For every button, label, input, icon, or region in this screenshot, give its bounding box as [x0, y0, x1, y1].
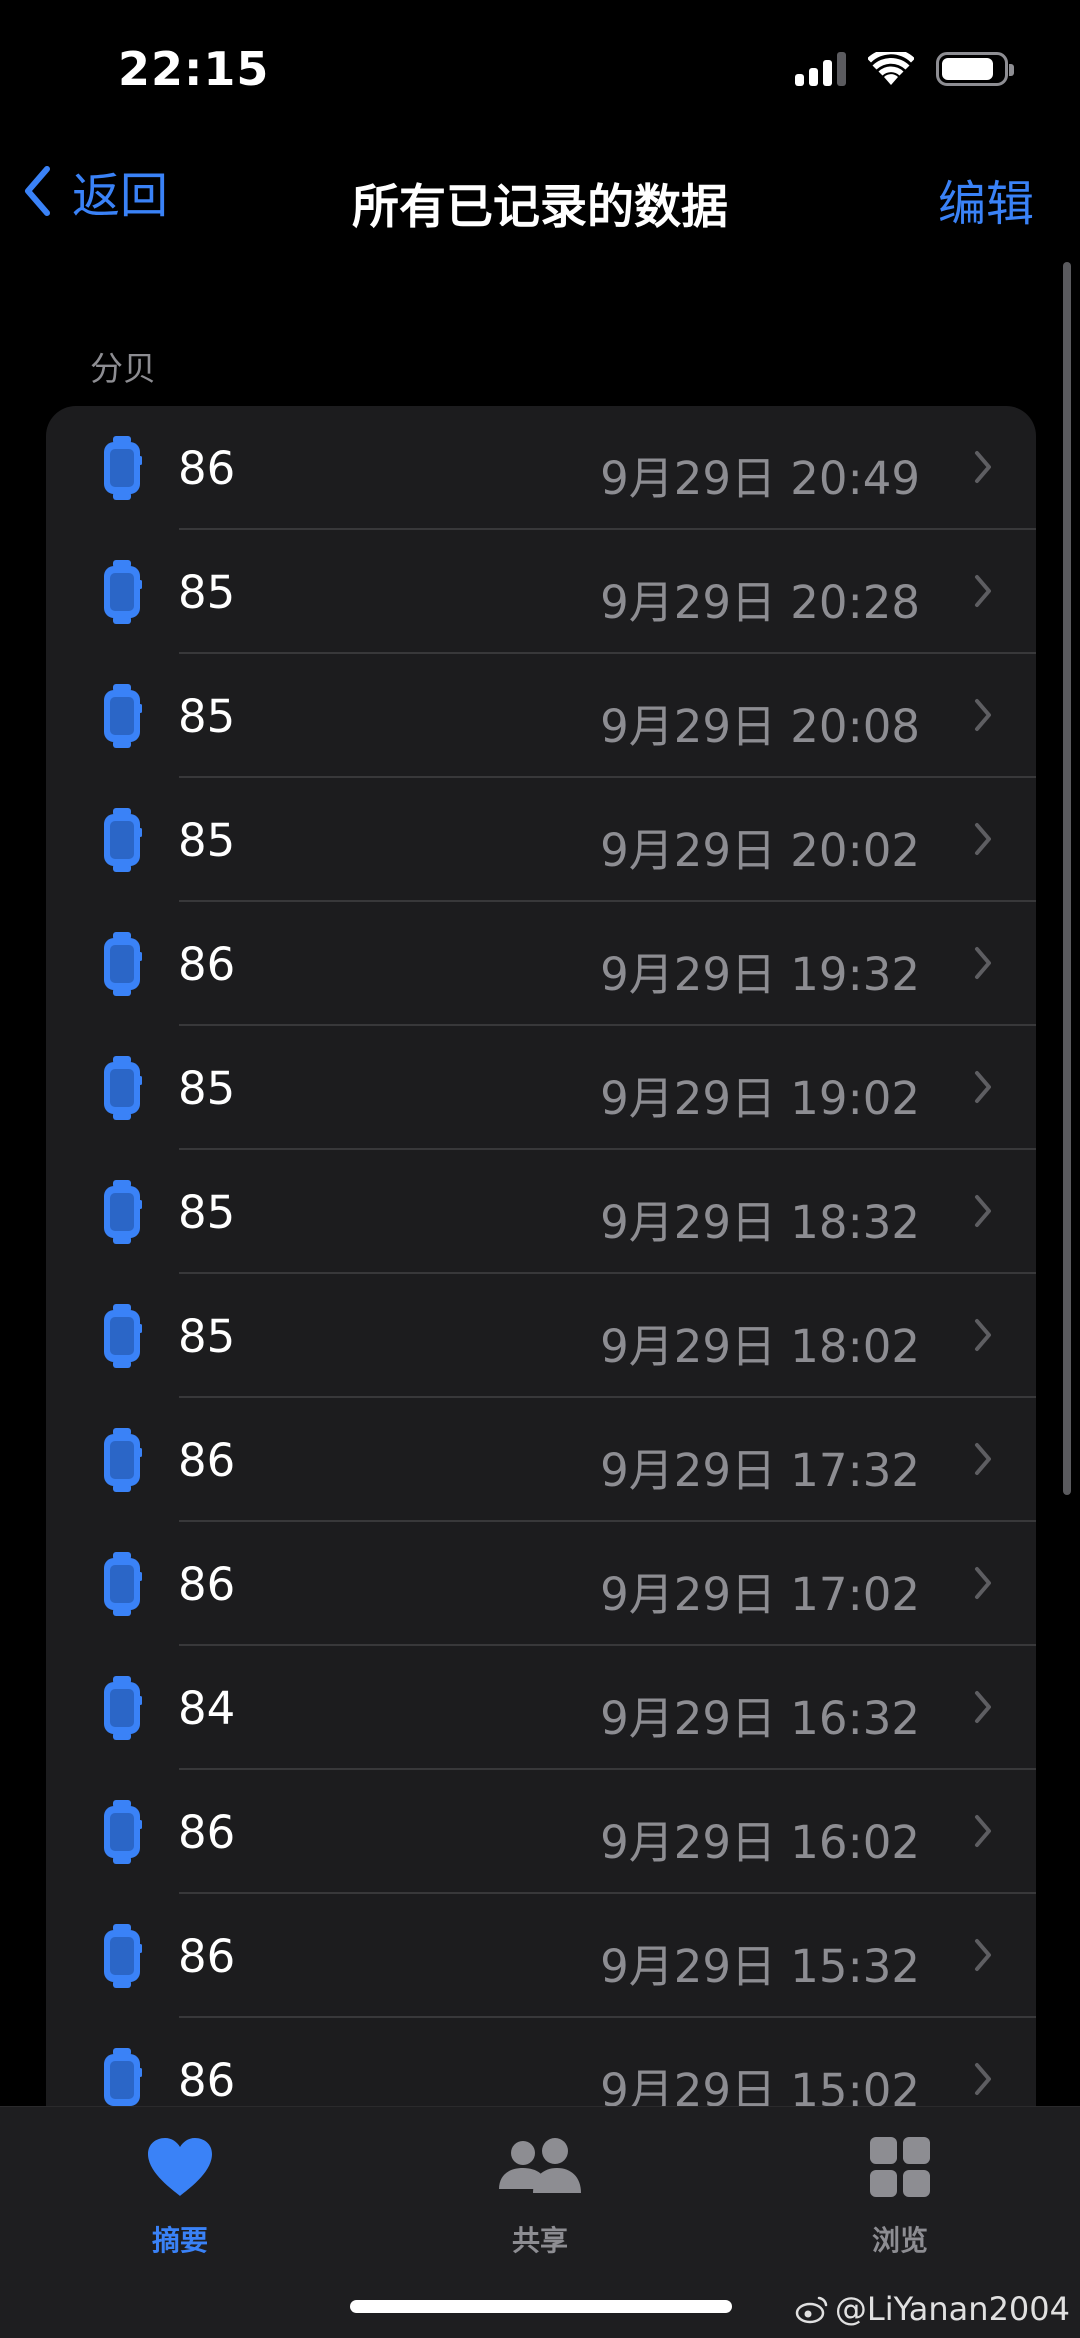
row-date: 9月29日 20:08	[600, 700, 920, 753]
chevron-right-icon	[975, 1443, 991, 1475]
row-date: 9月29日 18:02	[600, 1320, 920, 1373]
chevron-right-icon	[975, 1567, 991, 1599]
list-item[interactable]: 85 9月29日 18:02	[46, 1274, 1036, 1398]
list-item[interactable]: 86 9月29日 19:32	[46, 902, 1036, 1026]
row-value: 85	[178, 1186, 236, 1239]
apple-watch-icon	[104, 2048, 142, 2112]
tab-sharing-label: 共享	[511, 2224, 568, 2257]
row-value: 85	[178, 814, 236, 867]
apple-watch-icon	[104, 1800, 142, 1864]
row-value: 85	[178, 1062, 236, 1115]
battery-icon	[936, 52, 1014, 86]
heart-icon	[148, 2138, 212, 2196]
row-value: 85	[178, 1310, 236, 1363]
home-indicator[interactable]	[350, 2300, 732, 2313]
row-date: 9月29日 20:49	[600, 452, 920, 505]
apple-watch-icon	[104, 1304, 142, 1368]
list-item[interactable]: 86 9月29日 16:02	[46, 1770, 1036, 1894]
row-date: 9月29日 15:32	[600, 1940, 920, 1993]
chevron-right-icon	[975, 1815, 991, 1847]
section-header: 分贝	[90, 349, 156, 388]
chevron-right-icon	[975, 451, 991, 483]
chevron-right-icon	[975, 575, 991, 607]
row-date: 9月29日 16:02	[600, 1816, 920, 1869]
battery-level	[942, 58, 993, 80]
row-value: 86	[178, 1806, 236, 1859]
tab-summary-label: 摘要	[151, 2224, 208, 2257]
status-bar: 22:15	[0, 0, 1080, 140]
apple-watch-icon	[104, 1180, 142, 1244]
list-item[interactable]: 85 9月29日 18:32	[46, 1150, 1036, 1274]
wifi-icon	[868, 52, 914, 85]
list-item[interactable]: 86 9月29日 15:32	[46, 1894, 1036, 2018]
tab-browse-label: 浏览	[871, 2224, 928, 2257]
apple-watch-icon	[104, 1552, 142, 1616]
status-time: 22:15	[118, 42, 270, 96]
chevron-right-icon	[975, 1939, 991, 1971]
scroll-indicator[interactable]	[1063, 262, 1071, 1495]
list-item[interactable]: 85 9月29日 20:08	[46, 654, 1036, 778]
people-icon	[499, 2138, 581, 2193]
list-item[interactable]: 86 9月29日 20:49	[46, 406, 1036, 530]
chevron-right-icon	[975, 1691, 991, 1723]
row-date: 9月29日 19:02	[600, 1072, 920, 1125]
list-item[interactable]: 85 9月29日 19:02	[46, 1026, 1036, 1150]
list-item[interactable]: 85 9月29日 20:02	[46, 778, 1036, 902]
row-value: 85	[178, 566, 236, 619]
chevron-right-icon	[975, 699, 991, 731]
data-list: 86 9月29日 20:49 85 9月29日 20:28 85 9月29日 2…	[46, 406, 1036, 2206]
watermark-text: @LiYanan2004	[834, 2290, 1070, 2328]
row-value: 84	[178, 1682, 236, 1735]
apple-watch-icon	[104, 684, 142, 748]
apple-watch-icon	[104, 1428, 142, 1492]
apple-watch-icon	[104, 1056, 142, 1120]
edit-button[interactable]: 编辑	[938, 164, 1034, 234]
row-value: 86	[178, 1434, 236, 1487]
row-date: 9月29日 17:32	[600, 1444, 920, 1497]
tab-summary[interactable]: 摘要	[80, 2125, 280, 2259]
tab-sharing[interactable]: 共享	[440, 2125, 640, 2259]
apple-watch-icon	[104, 560, 142, 624]
apple-watch-icon	[104, 1924, 142, 1988]
cellular-signal-icon	[795, 52, 846, 86]
chevron-right-icon	[975, 947, 991, 979]
list-item[interactable]: 86 9月29日 17:32	[46, 1398, 1036, 1522]
row-value: 86	[178, 2054, 236, 2107]
row-value: 86	[178, 442, 236, 495]
apple-watch-icon	[104, 436, 142, 500]
chevron-right-icon	[975, 1195, 991, 1227]
list-item[interactable]: 85 9月29日 20:28	[46, 530, 1036, 654]
apple-watch-icon	[104, 808, 142, 872]
row-date: 9月29日 16:32	[600, 1692, 920, 1745]
list-item[interactable]: 86 9月29日 17:02	[46, 1522, 1036, 1646]
chevron-right-icon	[975, 2063, 991, 2095]
chevron-right-icon	[975, 1071, 991, 1103]
chevron-right-icon	[975, 823, 991, 855]
page-title: 所有已记录的数据	[352, 180, 728, 235]
navigation-bar: 返回 所有已记录的数据 编辑	[0, 140, 1080, 240]
row-value: 85	[178, 690, 236, 743]
watermark: @LiYanan2004	[795, 2290, 1070, 2328]
row-date: 9月29日 20:02	[600, 824, 920, 877]
apple-watch-icon	[104, 932, 142, 996]
list-item[interactable]: 84 9月29日 16:32	[46, 1646, 1036, 1770]
grid-icon	[870, 2137, 930, 2197]
row-value: 86	[178, 938, 236, 991]
weibo-icon	[795, 2296, 828, 2324]
row-date: 9月29日 20:28	[600, 576, 920, 629]
apple-watch-icon	[104, 1676, 142, 1740]
tab-browse[interactable]: 浏览	[800, 2125, 1000, 2259]
row-value: 86	[178, 1930, 236, 1983]
row-date: 9月29日 17:02	[600, 1568, 920, 1621]
row-value: 86	[178, 1558, 236, 1611]
chevron-right-icon	[975, 1319, 991, 1351]
row-date: 9月29日 19:32	[600, 948, 920, 1001]
status-icons	[795, 52, 1014, 86]
row-date: 9月29日 18:32	[600, 1196, 920, 1249]
